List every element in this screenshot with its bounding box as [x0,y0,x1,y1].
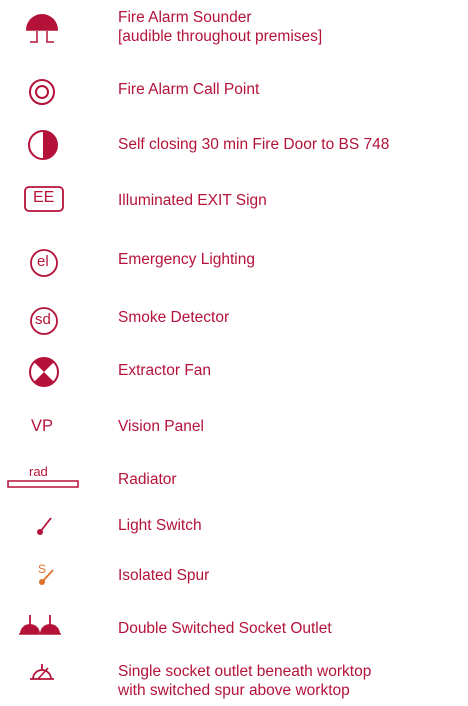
extractor-fan-icon [0,356,90,396]
vision-panel-icon: VP [0,416,90,456]
legend-label: Fire Alarm Sounder [118,9,252,26]
emergency-lighting-symbol-text: el [37,253,49,270]
fire-alarm-sounder-icon [0,14,90,58]
legend-label: Vision Panel [118,418,204,435]
smoke-detector-icon: sd [0,306,90,346]
legend-label: Double Switched Socket Outlet [118,620,332,637]
emergency-lighting-icon: el [0,248,90,288]
exit-sign-symbol-text: EE [33,189,55,206]
legend-label: Single socket outlet beneath worktop [118,663,372,680]
double-socket-icon [0,612,90,652]
legend-label: Self closing 30 min Fire Door to BS 748 [118,136,390,153]
radiator-icon: rad [0,464,90,504]
legend-label: Smoke Detector [118,309,230,326]
fire-alarm-call-point-icon [0,78,90,118]
legend-label: Isolated Spur [118,567,210,584]
exit-sign-icon: EE [0,186,90,226]
legend-label: Illuminated EXIT Sign [118,192,267,209]
legend-label: Radiator [118,471,177,488]
legend-label: Extractor Fan [118,362,212,379]
light-switch-icon [0,512,90,552]
vision-panel-symbol-text: VP [31,417,54,435]
legend-label: Emergency Lighting [118,251,255,268]
legend-label-line2: with switched spur above worktop [118,682,350,699]
smoke-detector-symbol-text: sd [35,311,51,328]
legend-label: Light Switch [118,517,202,534]
single-socket-spur-icon [0,662,90,702]
symbol-legend: Fire Alarm Sounder [audible throughout p… [0,0,468,706]
legend-label-line2: [audible throughout premises] [118,28,323,45]
isolated-spur-icon: S [0,562,90,602]
legend-label: Fire Alarm Call Point [118,81,260,98]
fire-door-icon [0,130,90,170]
